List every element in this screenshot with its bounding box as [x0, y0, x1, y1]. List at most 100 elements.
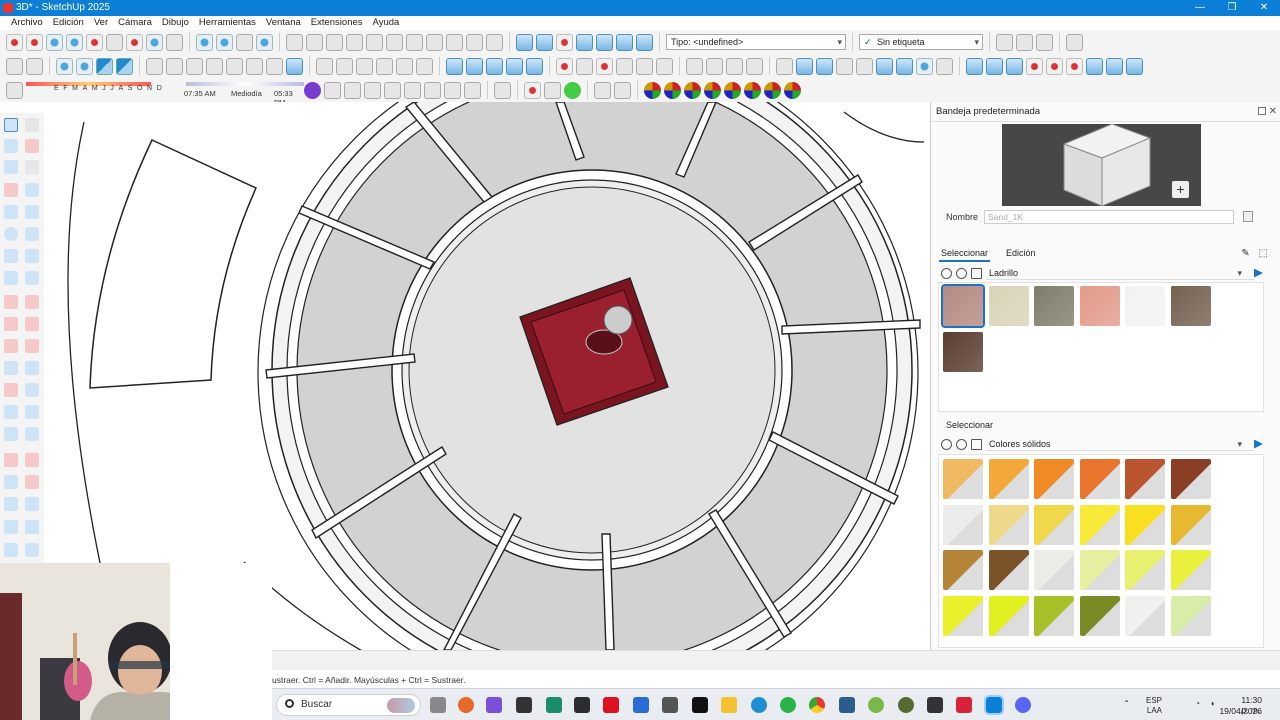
nav-back-2-icon[interactable] — [941, 438, 952, 450]
tag-tool-left-icon[interactable] — [4, 160, 18, 174]
circle-icon[interactable] — [4, 227, 18, 241]
drop-half-icon[interactable] — [796, 57, 813, 75]
orbit-left-icon[interactable] — [25, 427, 39, 441]
axes-2-icon[interactable] — [664, 81, 681, 99]
polygon-icon[interactable] — [25, 227, 39, 241]
zoom-window-left-icon[interactable] — [4, 475, 18, 489]
hex-red3-icon[interactable] — [1066, 57, 1083, 75]
move-red-icon[interactable] — [6, 33, 23, 51]
solid-color-swatch[interactable] — [1125, 504, 1165, 545]
rotated-rectangle-icon[interactable] — [25, 205, 39, 219]
zoom-window-icon[interactable] — [66, 33, 83, 51]
task-view-icon[interactable] — [430, 697, 446, 713]
shield-icon[interactable] — [524, 81, 541, 99]
solid-color-swatch[interactable] — [1034, 550, 1074, 590]
cube-icon[interactable] — [324, 81, 341, 99]
solid-color-swatch[interactable] — [1125, 459, 1165, 499]
measure-icon[interactable] — [656, 57, 673, 75]
hex-blue-icon[interactable] — [966, 57, 983, 75]
sketchup-taskbar-icon[interactable] — [984, 695, 1004, 715]
solid-box-icon[interactable] — [206, 57, 223, 75]
tiktok-icon[interactable] — [692, 697, 708, 713]
side-face-icon[interactable] — [356, 57, 373, 75]
dimension-icon[interactable] — [444, 81, 461, 99]
close-x-icon[interactable] — [726, 57, 743, 75]
menu-extensiones[interactable]: Extensiones — [306, 16, 368, 30]
axes-6-icon[interactable] — [744, 81, 761, 99]
cursor-app-icon[interactable] — [927, 697, 943, 713]
arc-3pt-icon[interactable] — [4, 271, 18, 285]
solid-color-swatch[interactable] — [943, 504, 983, 545]
close-tray-icon[interactable]: ✕ — [1269, 102, 1277, 122]
walk-left-icon[interactable] — [4, 520, 18, 534]
previous-view-icon[interactable] — [106, 33, 123, 51]
dotted-box-icon[interactable] — [856, 57, 873, 75]
select-icon[interactable] — [4, 118, 18, 132]
pan-icon[interactable] — [216, 33, 233, 51]
menu-dibujo[interactable]: Dibujo — [157, 16, 194, 30]
zoom-icon[interactable] — [46, 33, 63, 51]
volume-icon[interactable]: ◖ — [1210, 699, 1215, 708]
app-dark-icon[interactable] — [574, 697, 590, 713]
tag-tool-icon[interactable] — [996, 33, 1013, 51]
text-a-icon[interactable] — [636, 57, 653, 75]
view-iso-icon[interactable] — [516, 33, 533, 51]
layer-stack3-icon[interactable] — [486, 57, 503, 75]
curve-icon[interactable] — [614, 81, 631, 99]
app-olive-icon[interactable] — [898, 697, 914, 713]
l-shape-icon[interactable] — [416, 57, 433, 75]
teams-icon[interactable] — [486, 697, 502, 713]
app-blue-icon[interactable] — [633, 697, 649, 713]
freehand-icon[interactable] — [25, 183, 39, 197]
hex-blue3-icon[interactable] — [1006, 57, 1023, 75]
drop-filled-icon[interactable] — [816, 57, 833, 75]
layer-stack-icon[interactable] — [446, 57, 463, 75]
solid-color-swatch[interactable] — [1034, 595, 1074, 636]
maximize-button[interactable]: ❐ — [1216, 0, 1248, 16]
obs-icon[interactable] — [662, 697, 678, 713]
menu-ventana[interactable]: Ventana — [261, 16, 306, 30]
erase-icon[interactable] — [406, 33, 423, 51]
erase-left-icon[interactable] — [25, 160, 39, 174]
gear-icon[interactable] — [706, 57, 723, 75]
add-material-button[interactable]: + — [1172, 181, 1189, 198]
new-model-icon[interactable] — [6, 57, 23, 75]
sphere-icon[interactable] — [344, 81, 361, 99]
taskbar-search[interactable]: Buscar — [276, 694, 421, 716]
axes-1-icon[interactable] — [644, 81, 661, 99]
axes-7-icon[interactable] — [764, 81, 781, 99]
section-left-icon[interactable] — [25, 520, 39, 534]
model-info-icon[interactable] — [486, 33, 503, 51]
tag-select[interactable]: ✓ Sin etiqueta — [859, 34, 983, 50]
solid-color-swatch[interactable] — [943, 459, 983, 499]
axes-5-icon[interactable] — [724, 81, 741, 99]
tag-list-icon[interactable] — [1016, 33, 1033, 51]
hex-red-icon[interactable] — [1026, 57, 1043, 75]
brick-material-swatch[interactable] — [1034, 286, 1074, 326]
view-top-icon[interactable] — [536, 33, 553, 51]
grid-blue-icon[interactable] — [1086, 57, 1103, 75]
clock-icon[interactable] — [424, 81, 441, 99]
camera-icon[interactable] — [404, 81, 421, 99]
xray-icon[interactable] — [56, 57, 73, 75]
monochrome-icon[interactable] — [186, 57, 203, 75]
view-front-icon[interactable] — [556, 33, 573, 51]
solid-color-swatch[interactable] — [1125, 550, 1165, 590]
solid-color-swatch[interactable] — [1034, 459, 1074, 499]
pie-icon[interactable] — [25, 271, 39, 285]
tab-edit[interactable]: Edición — [1004, 244, 1038, 262]
netflix-icon[interactable] — [603, 697, 619, 713]
solid-box4-icon[interactable] — [266, 57, 283, 75]
arc-icon[interactable] — [4, 249, 18, 263]
whatsapp-icon[interactable] — [780, 697, 796, 713]
details-arrow-2-icon[interactable] — [1254, 439, 1263, 449]
hex-red2-icon[interactable] — [1046, 57, 1063, 75]
look-around-icon[interactable] — [146, 33, 163, 51]
lasso2-icon[interactable] — [896, 57, 913, 75]
cut-icon[interactable] — [346, 33, 363, 51]
3d-text-icon[interactable] — [25, 405, 39, 419]
sandbox-icon[interactable] — [494, 81, 511, 99]
store-icon[interactable] — [516, 697, 532, 713]
wifi-icon[interactable]: ◔ — [1195, 699, 1200, 708]
scale-icon[interactable] — [4, 339, 18, 353]
